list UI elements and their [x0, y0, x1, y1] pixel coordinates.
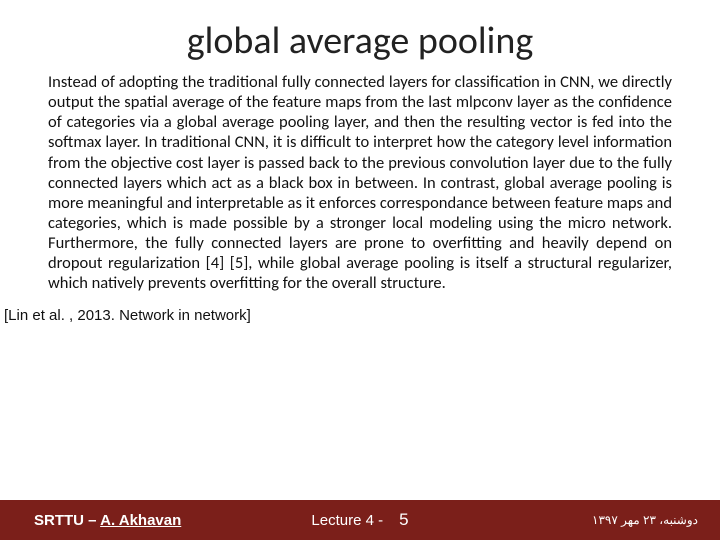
footer-org: SRTTU –	[34, 512, 100, 529]
slide: global average pooling Instead of adopti…	[0, 0, 720, 540]
footer-center: Lecture 4 - 5	[311, 510, 408, 530]
body-text: Instead of adopting the traditional full…	[0, 64, 720, 293]
footer-lecture: Lecture 4 -	[311, 512, 383, 529]
footer-bar: SRTTU – A. Akhavan Lecture 4 - 5 دوشنبه،…	[0, 500, 720, 540]
slide-title: global average pooling	[0, 0, 720, 64]
citation-text: [Lin et al. , 2013. Network in network]	[0, 293, 720, 324]
footer-page-number: 5	[399, 510, 408, 530]
footer-author: A. Akhavan	[100, 512, 181, 529]
footer-date: دوشنبه، ۲۳ مهر ۱۳۹۷	[592, 513, 698, 527]
footer-left: SRTTU – A. Akhavan	[34, 512, 181, 529]
